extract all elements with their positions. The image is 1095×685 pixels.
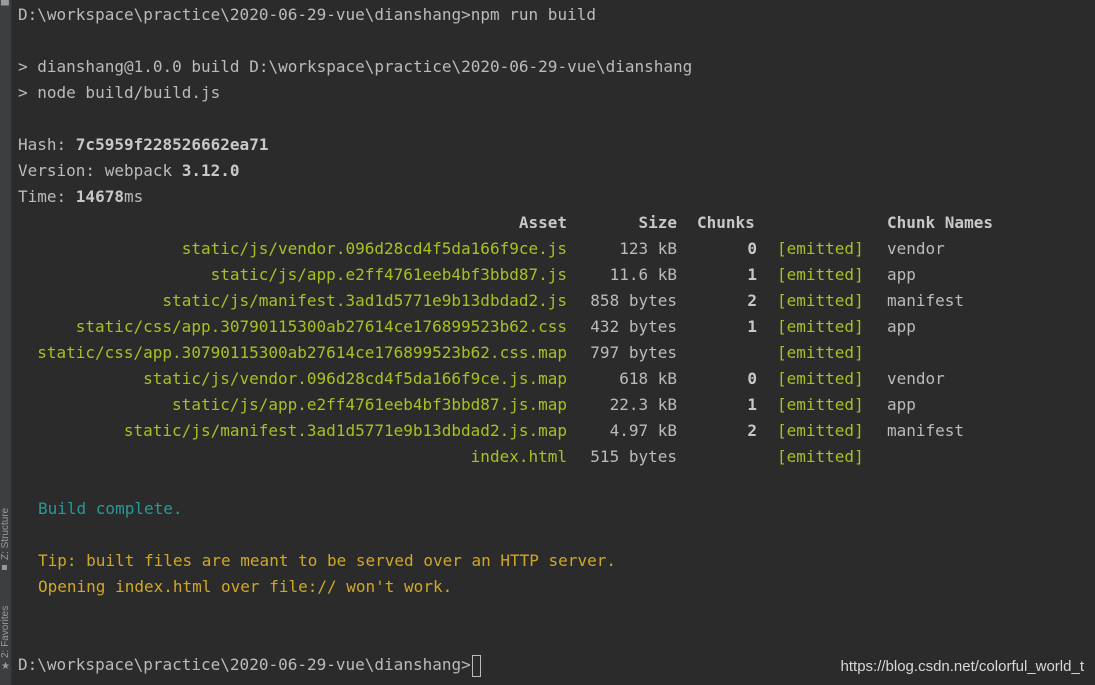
asset-chunk-name: app (887, 265, 916, 284)
time-label: Time: (18, 187, 76, 206)
asset-row: static/js/app.e2ff4761eeb4bf3bbd87.js 11.… (18, 262, 1095, 288)
time-line: Time: 14678ms (18, 184, 143, 210)
asset-chunk-name: app (887, 317, 916, 336)
favorites-tab[interactable]: 2: Favorites (0, 598, 12, 658)
asset-status: [emitted] (777, 421, 864, 440)
asset-name: index.html (470, 447, 567, 466)
asset-chunk-name: manifest (887, 291, 965, 310)
asset-row: static/js/manifest.3ad1d5771e9b13dbdad2.… (18, 418, 1095, 444)
structure-icon: ▪ (1, 562, 8, 573)
time-value: 14678 (75, 187, 124, 206)
asset-size: 123 kB (619, 239, 677, 258)
asset-chunk-id: 1 (747, 265, 757, 284)
final-prompt: D:\workspace\practice\2020-06-29-vue\dia… (18, 655, 471, 674)
asset-chunk-id: 0 (747, 239, 757, 258)
asset-chunk-name: vendor (887, 369, 945, 388)
tool-window-strip: ▀ Z: Structure ▪ 2: Favorites ★ (0, 0, 12, 685)
asset-name: static/css/app.30790115300ab27614ce17689… (37, 343, 567, 362)
header-asset: Asset (518, 213, 567, 232)
asset-row: static/js/app.e2ff4761eeb4bf3bbd87.js.ma… (18, 392, 1095, 418)
structure-tab[interactable]: Z: Structure (0, 498, 12, 560)
asset-chunk-name: manifest (887, 421, 965, 440)
asset-name: static/js/manifest.3ad1d5771e9b13dbdad2.… (162, 291, 567, 310)
asset-status: [emitted] (777, 291, 864, 310)
asset-name: static/css/app.30790115300ab27614ce17689… (75, 317, 567, 336)
asset-row: static/js/vendor.096d28cd4f5da166f9ce.js… (18, 366, 1095, 392)
asset-status: [emitted] (777, 239, 864, 258)
command-prompt-line: D:\workspace\practice\2020-06-29-vue\dia… (18, 5, 596, 24)
asset-status: [emitted] (777, 447, 864, 466)
hash-line: Hash: 7c5959f228526662ea71 (18, 132, 268, 158)
project-tab-icon[interactable]: ▀ (1, 2, 9, 12)
asset-name: static/js/app.e2ff4761eeb4bf3bbd87.js (210, 265, 567, 284)
tip-line-1: Tip: built files are meant to be served … (38, 551, 616, 570)
asset-name: static/js/app.e2ff4761eeb4bf3bbd87.js.ma… (172, 395, 567, 414)
version-value: 3.12.0 (181, 161, 240, 180)
npm-script-command-line: > node build/build.js (18, 83, 221, 102)
asset-row: static/css/app.30790115300ab27614ce17689… (18, 340, 1095, 366)
time-unit: ms (123, 187, 144, 206)
asset-chunk-id (697, 340, 757, 366)
terminal-window[interactable]: ▀ Z: Structure ▪ 2: Favorites ★ D:\works… (0, 0, 1095, 685)
asset-size: 797 bytes (590, 343, 677, 362)
asset-chunk-id (697, 444, 757, 470)
asset-size: 515 bytes (590, 447, 677, 466)
asset-size: 432 bytes (590, 317, 677, 336)
asset-name: static/js/manifest.3ad1d5771e9b13dbdad2.… (123, 421, 567, 440)
version-label: Version: webpack (18, 161, 182, 180)
text-cursor (471, 654, 481, 677)
version-line: Version: webpack 3.12.0 (18, 158, 240, 184)
header-size: Size (638, 213, 677, 232)
asset-chunk-id: 1 (747, 395, 757, 414)
build-complete-message: Build complete. (38, 499, 183, 518)
star-icon: ★ (1, 661, 10, 672)
asset-row: static/js/vendor.096d28cd4f5da166f9ce.js… (18, 236, 1095, 262)
asset-size: 4.97 kB (609, 421, 677, 440)
asset-status: [emitted] (777, 317, 864, 336)
asset-chunk-id: 2 (747, 421, 757, 440)
asset-chunk-name: vendor (887, 239, 945, 258)
header-chunk-names: Chunk Names (887, 213, 993, 232)
asset-size: 618 kB (619, 369, 677, 388)
npm-script-line: > dianshang@1.0.0 build D:\workspace\pra… (18, 57, 693, 76)
header-chunks: Chunks (697, 213, 755, 232)
asset-status: [emitted] (777, 265, 864, 284)
asset-name: static/js/vendor.096d28cd4f5da166f9ce.js (181, 239, 567, 258)
asset-size: 11.6 kB (609, 265, 677, 284)
tip-line-2: Opening index.html over file:// won't wo… (38, 577, 453, 596)
asset-table-header: Asset Size Chunks Chunk Names (18, 210, 1095, 236)
asset-row: static/js/manifest.3ad1d5771e9b13dbdad2.… (18, 288, 1095, 314)
final-prompt-line[interactable]: D:\workspace\practice\2020-06-29-vue\dia… (18, 652, 481, 678)
hash-value: 7c5959f228526662ea71 (75, 135, 269, 154)
asset-size: 858 bytes (590, 291, 677, 310)
asset-status: [emitted] (777, 395, 864, 414)
asset-chunk-id: 2 (747, 291, 757, 310)
asset-row: index.html 515 bytes [emitted] (18, 444, 1095, 470)
asset-chunk-id: 1 (747, 317, 757, 336)
asset-status: [emitted] (777, 343, 864, 362)
hash-label: Hash: (18, 135, 76, 154)
asset-row: static/css/app.30790115300ab27614ce17689… (18, 314, 1095, 340)
asset-status: [emitted] (777, 369, 864, 388)
asset-size: 22.3 kB (609, 395, 677, 414)
asset-chunk-name: app (887, 395, 916, 414)
asset-chunk-id: 0 (747, 369, 757, 388)
asset-name: static/js/vendor.096d28cd4f5da166f9ce.js… (143, 369, 567, 388)
watermark: https://blog.csdn.net/colorful_world_t (840, 658, 1084, 675)
